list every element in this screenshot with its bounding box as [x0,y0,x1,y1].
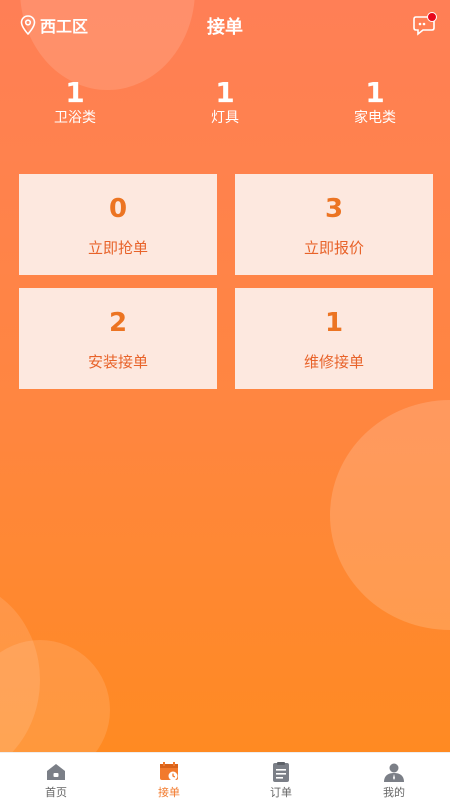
card-label: 立即抢单 [87,239,148,257]
card-count: 2 [108,308,128,338]
stat-bathroom[interactable]: 1 卫浴类 [25,78,125,128]
stat-label: 卫浴类 [54,110,96,126]
category-stats: 1 卫浴类 1 灯具 1 家电类 [0,78,450,133]
tab-label: 首页 [45,786,67,799]
decorative-circle [330,400,450,630]
header: 西工区 接单 [0,0,450,50]
card-quote[interactable]: 3 立即报价 [235,174,433,275]
card-label: 安装接单 [87,353,148,371]
card-count: 1 [324,308,344,338]
stat-value: 1 [65,76,85,109]
card-install-order[interactable]: 2 安装接单 [19,288,217,389]
main-screen: 西工区 接单 1 卫浴类 1 灯具 1 家电类 0 立即抢单 3 立即报价 2 … [0,0,450,752]
home-icon [47,764,65,780]
card-label: 立即报价 [303,239,364,257]
bottom-tab-bar: 首页 接单 订单 我的 [0,752,450,800]
stat-label: 灯具 [211,110,239,126]
calendar-order-icon [160,762,178,781]
message-button[interactable] [412,12,437,36]
tab-label: 订单 [270,786,292,799]
stat-value: 1 [365,76,385,109]
card-count: 3 [324,194,344,224]
card-repair-order[interactable]: 1 维修接单 [235,288,433,389]
card-grab-order[interactable]: 0 立即抢单 [19,174,217,275]
tab-orders[interactable]: 订单 [251,761,311,800]
card-count: 0 [108,194,128,224]
user-icon [384,763,404,782]
tab-label: 我的 [383,786,405,799]
notification-badge [427,12,437,22]
stat-label: 家电类 [354,110,396,126]
tab-label: 接单 [158,786,180,799]
tab-accept-order[interactable]: 接单 [139,761,199,800]
clipboard-icon [273,762,289,782]
card-label: 维修接单 [303,353,364,371]
stat-value: 1 [215,76,235,109]
stat-appliance[interactable]: 1 家电类 [325,78,425,128]
tab-home[interactable]: 首页 [26,761,86,800]
tab-profile[interactable]: 我的 [364,761,424,800]
decorative-circle [0,640,110,752]
stat-lighting[interactable]: 1 灯具 [175,78,275,128]
page-title: 接单 [207,17,243,38]
